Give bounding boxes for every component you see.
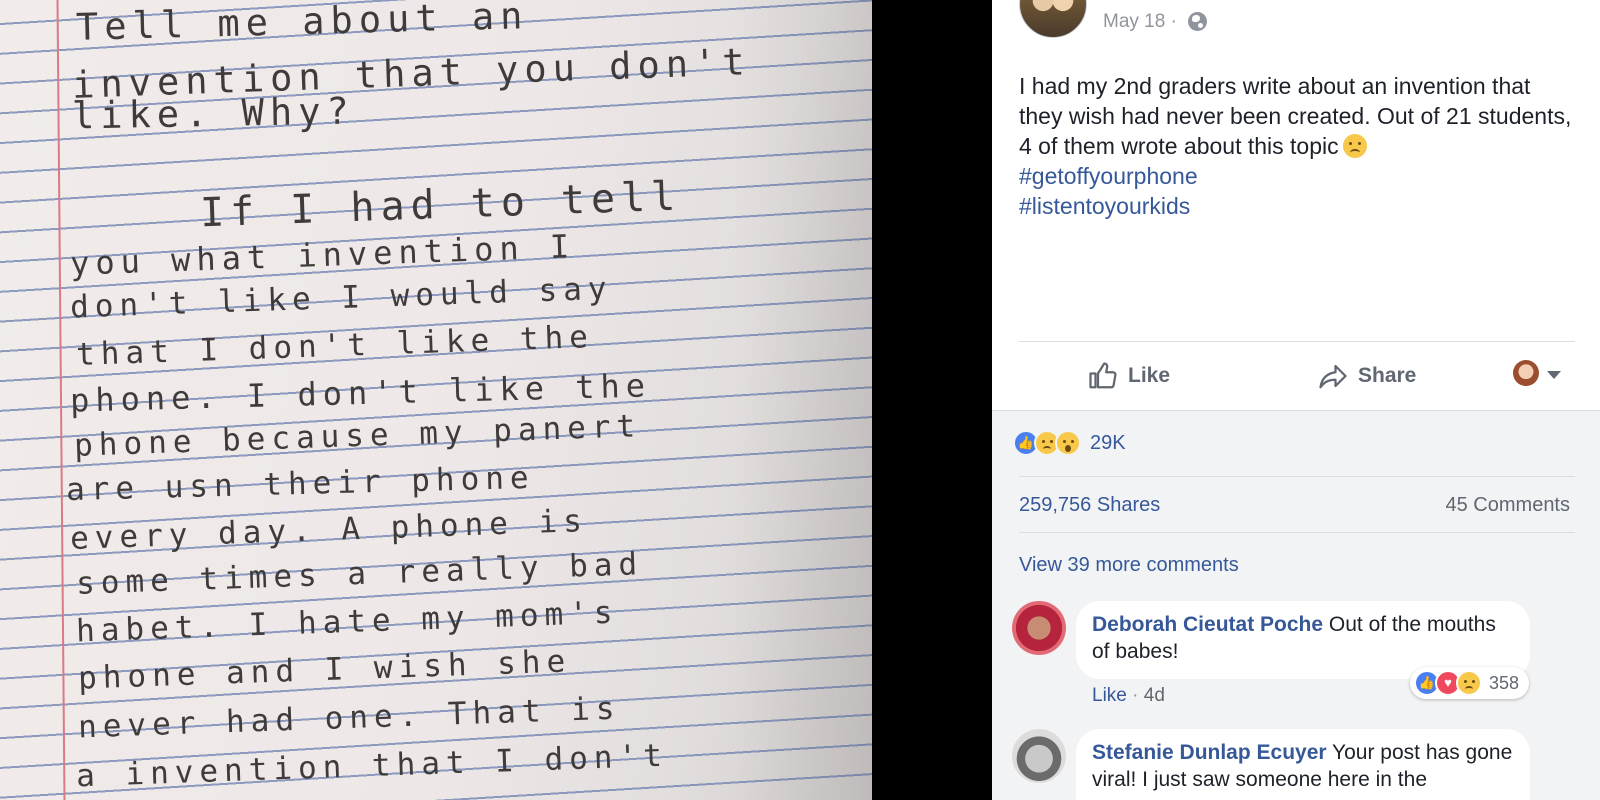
hashtag-link[interactable]: #getoffyourphone — [1019, 161, 1579, 191]
poster-avatar[interactable] — [1019, 0, 1087, 38]
post-body: I had my 2nd graders write about an inve… — [1019, 71, 1579, 221]
shares-count[interactable]: 259,756 Shares — [1019, 494, 1160, 517]
separator: · — [1132, 685, 1139, 706]
share-button[interactable]: Share — [1318, 358, 1416, 394]
commenter-avatar[interactable] — [1012, 601, 1066, 655]
divider — [992, 410, 1600, 411]
share-icon — [1318, 361, 1348, 391]
like-icon — [1088, 361, 1118, 391]
share-label: Share — [1358, 364, 1417, 387]
divider — [1019, 476, 1575, 477]
wow-reaction-icon — [1055, 430, 1081, 456]
page-shadow — [732, 0, 872, 800]
commenter-avatar[interactable] — [1012, 729, 1066, 783]
commenter-name[interactable]: Stefanie Dunlap Ecuyer — [1092, 741, 1327, 764]
post-text: I had my 2nd graders write about an inve… — [1019, 73, 1572, 159]
globe-icon — [1188, 12, 1207, 31]
comment-reaction-count: 358 — [1489, 672, 1520, 693]
comment-age[interactable]: 4d — [1144, 685, 1165, 706]
comment-like-link[interactable]: Like — [1092, 685, 1127, 706]
post-date[interactable]: May 18 · — [1103, 11, 1177, 33]
profile-picker-avatar[interactable] — [1513, 360, 1539, 386]
post-reactions[interactable]: 29K — [1013, 429, 1126, 457]
comment-bubble: Stefanie Dunlap Ecuyer Your post has gon… — [1076, 729, 1530, 800]
hashtag-link[interactable]: #listentoyourkids — [1019, 191, 1579, 221]
comment-reactions[interactable]: 358 — [1410, 667, 1530, 699]
caret-down-icon[interactable] — [1547, 371, 1561, 379]
reaction-count: 29K — [1090, 431, 1126, 454]
divider — [1019, 341, 1575, 342]
sad-emoji — [1342, 134, 1367, 158]
comments-count[interactable]: 45 Comments — [1446, 494, 1571, 517]
notebook-photo[interactable]: Tell me about an invention that you don'… — [0, 0, 872, 800]
divider — [1019, 532, 1575, 533]
like-label: Like — [1128, 364, 1171, 387]
facebook-post-panel: May 18 · I had my 2nd graders write abou… — [992, 0, 1600, 800]
like-button[interactable]: Like — [1088, 358, 1170, 394]
handwriting-line: like. Why? — [71, 89, 356, 138]
view-more-comments-link[interactable]: View 39 more comments — [1019, 554, 1239, 577]
comment-meta: Like · 4d — [1092, 685, 1165, 707]
photo-gutter — [872, 0, 992, 800]
commenter-name[interactable]: Deborah Cieutat Poche — [1092, 613, 1323, 636]
sad-reaction-icon — [1456, 670, 1482, 696]
